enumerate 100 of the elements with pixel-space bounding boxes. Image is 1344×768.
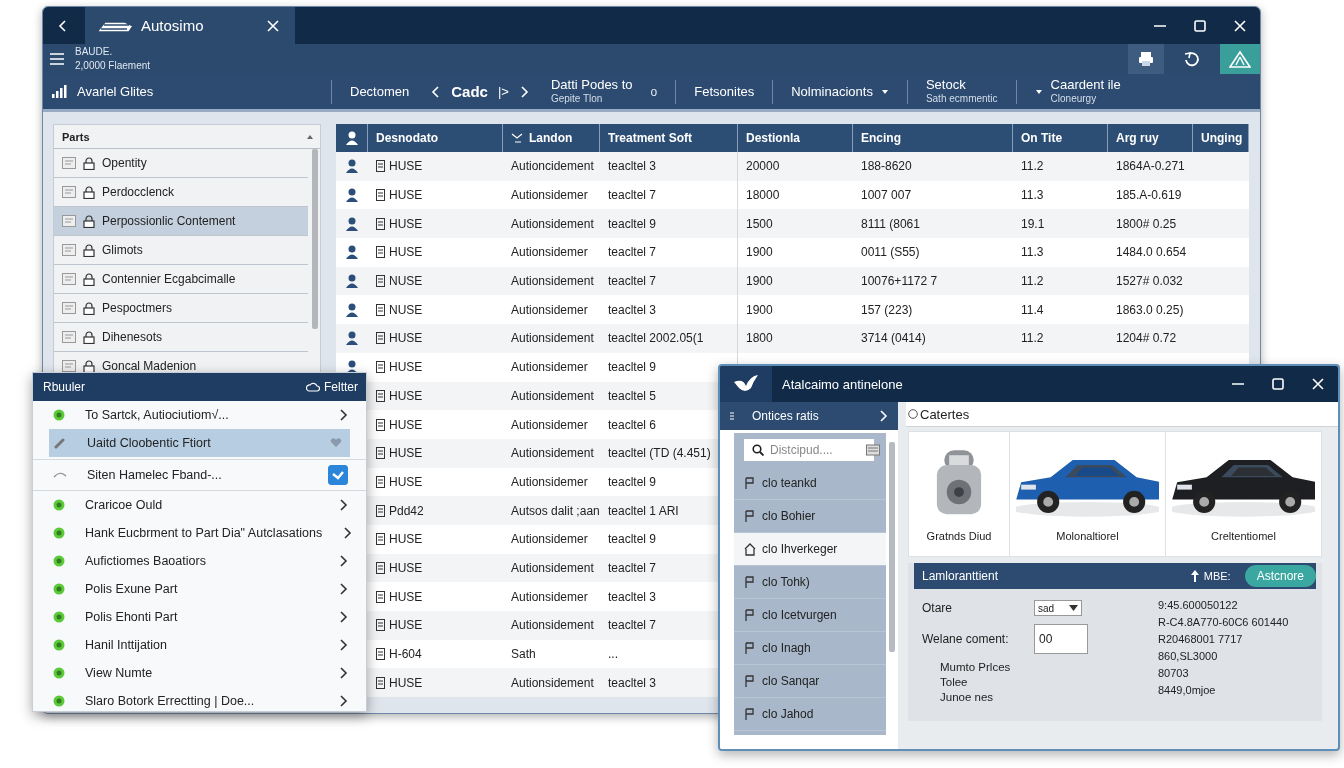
chevron-right-icon[interactable]	[342, 526, 353, 540]
product-card[interactable]: Gratnds Diud	[909, 432, 1010, 556]
chevron-right-icon[interactable]	[338, 408, 348, 422]
field-label: Otare	[922, 601, 953, 615]
product-caption: Molonaltiorel	[1056, 530, 1119, 542]
list-item[interactable]: Glimots	[54, 236, 308, 265]
table-cell: 1864A-0.271	[1116, 159, 1185, 174]
table-cell: teacltel 3	[608, 159, 657, 174]
close-icon[interactable]	[266, 18, 280, 33]
lock-icon	[83, 301, 95, 315]
list-item[interactable]: Contennier Ecgabcimalle	[54, 265, 308, 294]
table-cell: 1863.0 0.25)	[1116, 302, 1184, 317]
sidebar-item[interactable]: clo Sanqar	[734, 665, 886, 698]
table-cell: ...	[608, 647, 618, 662]
scroll-up-icon[interactable]	[306, 133, 314, 140]
app-tab[interactable]: Autosimo	[85, 7, 295, 44]
lock-icon	[83, 185, 95, 199]
scrollbar[interactable]	[889, 442, 895, 652]
product-card[interactable]: Creltentiomel	[1166, 432, 1321, 556]
field-label: Junoe nes	[940, 690, 995, 703]
table-cell: teacltel 7	[608, 245, 657, 260]
checkbox[interactable]	[328, 465, 348, 485]
sidebar-item[interactable]: clo Icetvurgen	[734, 599, 886, 632]
sidebar-item[interactable]: clo Jahod	[734, 698, 886, 731]
list-item[interactable]: Perpossionlic Contement	[54, 207, 308, 236]
paperclip-icon	[53, 437, 65, 449]
menu-item[interactable]: To Sartck, Autiociutiom√...	[33, 401, 366, 429]
menu-item[interactable]: Slarо Botork Errectting | Doe...	[33, 687, 366, 715]
table-cell: HUSE	[389, 532, 423, 547]
menu-item[interactable]: Siten Hamelec Fband-...	[33, 459, 366, 491]
select-field[interactable]: sad	[1034, 600, 1082, 616]
menu-item[interactable]: Polis Ehonti Part	[33, 603, 366, 631]
sidebar-item[interactable]: clo Ihverkeger	[734, 533, 886, 566]
chevron-left-icon[interactable]	[58, 18, 68, 33]
nav-item[interactable]: Cadc	[451, 83, 488, 100]
sidebar-item[interactable]: clo Inagh	[734, 632, 886, 665]
nav-item[interactable]: Fetsonites	[694, 84, 755, 99]
table-cell: HUSE	[389, 360, 423, 375]
table-cell: 185.A-0.619	[1116, 188, 1182, 203]
nav-item[interactable]: Nolminacionts	[791, 84, 889, 99]
nav-item[interactable]: Caardent ile Cloneurgy	[1034, 77, 1121, 106]
table-cell: teacltel 9	[608, 532, 657, 547]
menu-item[interactable]: Hanil Inttijation	[33, 631, 366, 659]
table-cell: Autionsidemer	[511, 532, 588, 547]
menu-item[interactable]: View Numte	[33, 659, 366, 687]
table-cell: 10076+1172 7	[861, 274, 938, 289]
menu-item[interactable]: Uaitd Cloobentic Ftiort	[49, 429, 350, 457]
image-icon	[62, 244, 76, 256]
scrollbar[interactable]	[312, 149, 318, 329]
value-text: 860,SL3000	[1158, 649, 1219, 664]
chevron-left-icon[interactable]	[431, 84, 442, 99]
product-caption: Creltentiomel	[1211, 530, 1276, 542]
table-cell: 1500	[746, 216, 773, 231]
caret-icon	[1034, 87, 1043, 96]
list-item[interactable]: Pespoctmers	[54, 294, 308, 323]
toolbar-button[interactable]	[1128, 44, 1164, 74]
menu-icon[interactable]	[49, 52, 65, 66]
table-cell: 3714 (0414)	[861, 331, 926, 346]
table-cell: Autionsidemer	[511, 302, 588, 317]
product-card[interactable]: Molonaltiorel	[1010, 432, 1166, 556]
nav-label: Avarlel Glites	[77, 84, 154, 99]
menu-item[interactable]: Aufictiomes Baoatiors	[33, 547, 366, 575]
table-cell: HUSE	[389, 388, 423, 403]
chevron-right-icon[interactable]	[338, 694, 348, 708]
table-cell: 1484.0 0.654	[1116, 245, 1187, 260]
chevron-right-icon[interactable]	[338, 582, 348, 596]
nav-item[interactable]: Dectomen	[350, 84, 410, 99]
input-field[interactable]: 00	[1034, 624, 1088, 654]
minimize-icon	[1154, 24, 1166, 27]
close-icon[interactable]	[1233, 18, 1247, 33]
sidebar-item[interactable]: clo teankd	[734, 467, 886, 500]
chevron-right-icon[interactable]	[338, 666, 348, 680]
value-text: 9:45.600050122	[1158, 598, 1239, 613]
table-cell: Autionsidemer	[511, 360, 588, 375]
chevron-right-icon[interactable]	[338, 638, 348, 652]
table-cell: 1900	[746, 245, 773, 260]
table-cell: HUSE	[389, 589, 423, 604]
chevron-right-icon[interactable]	[518, 84, 529, 99]
maximize-icon	[1271, 377, 1285, 391]
list-item[interactable]: Dihenesots	[54, 323, 308, 352]
chevron-right-icon[interactable]	[338, 610, 348, 624]
sidebar-item[interactable]: clo Tohk)	[734, 566, 886, 599]
chevron-right-icon[interactable]	[338, 554, 348, 568]
table-cell: 157 (223)	[861, 302, 913, 317]
keyboard-icon	[866, 444, 880, 456]
window-title: Autosimo	[141, 17, 205, 34]
table-cell: NUSE	[389, 302, 423, 317]
nav-item[interactable]: Setock Sath ecmmentic	[925, 77, 998, 106]
list-item[interactable]: Opentity	[54, 149, 308, 178]
menu-item[interactable]: Craricoe Ould	[33, 491, 366, 519]
menu-item[interactable]: Polis Exune Part	[33, 575, 366, 603]
nav-item[interactable]: Datti Podes to Gepite Tlon o	[550, 77, 658, 106]
sidebar-header[interactable]: Ontices ratis	[720, 402, 898, 430]
chevron-right-icon[interactable]	[878, 409, 888, 423]
table-cell: Autionsidemer	[511, 188, 588, 203]
chevron-right-icon[interactable]	[338, 498, 348, 512]
close-icon[interactable]	[1311, 377, 1325, 391]
menu-item[interactable]: Hank Eucbrment to Part Dia" Autclasations	[33, 519, 366, 547]
table-cell: teacltel 3	[608, 589, 657, 604]
filter-button[interactable]: Feltter	[306, 380, 358, 394]
